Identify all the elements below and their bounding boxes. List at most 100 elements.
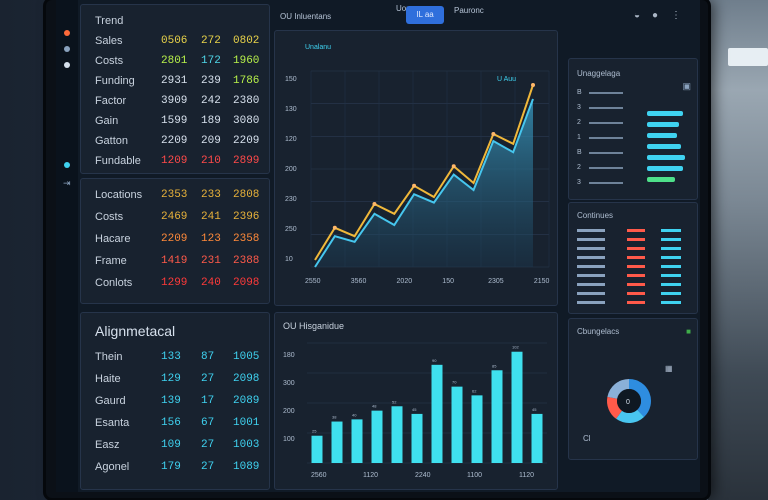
rail-active-dot-icon[interactable] — [64, 162, 70, 168]
row-label: Hacare — [95, 233, 131, 245]
grid-icon[interactable]: ▣ — [682, 81, 691, 92]
row-placeholder — [661, 247, 681, 250]
bar — [531, 413, 543, 463]
bar — [451, 386, 463, 463]
row-placeholder — [661, 256, 681, 259]
row-placeholder — [661, 265, 681, 268]
cell-value: 1089 — [233, 461, 260, 473]
cell-value: 2209 — [161, 233, 188, 245]
row-placeholder — [627, 292, 645, 295]
row-placeholder — [627, 265, 645, 268]
level-bar — [647, 111, 683, 116]
data-point — [451, 164, 456, 169]
row-placeholder — [577, 238, 605, 241]
panel-title: Continues — [577, 211, 614, 220]
info-icon[interactable]: ● — [652, 10, 658, 21]
cell-value: 27 — [201, 461, 215, 473]
row-placeholder — [627, 283, 645, 286]
cell-value: 123 — [201, 233, 221, 245]
cell-value: 27 — [201, 439, 215, 451]
table-row: Fundable 1209 210 2899 — [81, 155, 269, 175]
bar — [431, 364, 443, 463]
cell-value: 1001 — [233, 417, 260, 429]
bar — [391, 406, 403, 463]
tab-active[interactable]: IL aa — [406, 6, 444, 24]
rail-dot-icon[interactable] — [64, 46, 70, 52]
cell-value: 2801 — [161, 55, 188, 67]
cell-value: 272 — [201, 35, 221, 47]
panel-title: Cbungelacs — [577, 327, 620, 336]
table-row: Esanta 156 67 1001 — [81, 417, 269, 437]
row-label: Thein — [95, 351, 123, 363]
rail-dot-icon[interactable] — [64, 62, 70, 68]
donut-chart: 0 Cl ▦ — [583, 364, 673, 443]
cell-value: 209 — [201, 135, 221, 147]
row-label: Easz — [95, 439, 120, 451]
row-placeholder — [589, 137, 623, 139]
bar-data-label: 90 — [432, 358, 437, 363]
settings-icon[interactable]: ◒ — [634, 10, 640, 21]
panel-title: OU Inluentans — [280, 12, 332, 21]
top-nav-item[interactable]: Pauronc — [454, 6, 484, 15]
donut-panel: Cbungelacs ■ 0 Cl ▦ — [568, 318, 698, 460]
y-tick-label: 300 — [283, 380, 295, 387]
row-placeholder — [661, 292, 681, 295]
cell-value: 1299 — [161, 277, 188, 289]
row-label: Sales — [95, 35, 123, 47]
cell-value: 2353 — [161, 189, 188, 201]
bar-data-label: 102 — [512, 345, 519, 350]
cell-value: 2931 — [161, 75, 188, 87]
row-placeholder — [627, 274, 645, 277]
cell-value: 0802 — [233, 35, 260, 47]
line-chart-panel: 150 130 120 200 230 250 10 2550 3560 2020 150 2305 2… — [274, 30, 558, 306]
bar-chart-panel: OU Hisganidue 180 300 200 100 25 38 40 48 52 45 90… — [274, 312, 558, 490]
y-tick-label: 180 — [283, 352, 295, 359]
level-bar — [647, 133, 677, 138]
top-bar: OU Inluentans Uoroma Pauronc IL aa ◒ ● ⋮ — [276, 2, 696, 28]
row-label: 3 — [577, 104, 581, 111]
rail-dot-icon[interactable] — [64, 30, 70, 36]
cell-value: 2358 — [233, 233, 260, 245]
row-placeholder — [627, 247, 645, 250]
donut-caption: Cl — [583, 434, 591, 443]
row-placeholder — [577, 247, 605, 250]
row-placeholder — [589, 167, 623, 169]
background-wall — [708, 0, 768, 500]
grid-icon: ▦ — [665, 364, 673, 373]
cell-value: 239 — [201, 75, 221, 87]
bar-chart: 180 300 200 100 25 38 40 48 52 45 90 70 62 85 102 45 256… — [283, 342, 547, 479]
level-bar — [647, 155, 685, 160]
cell-value: 109 — [161, 439, 181, 451]
row-placeholder — [627, 229, 645, 232]
y-tick-label: 230 — [285, 196, 297, 203]
side-rail: ⇥ — [56, 0, 78, 492]
bar-data-label: 25 — [312, 429, 317, 434]
dashboard-screen: ⇥ OU Inluentans Uoroma Pauronc IL aa ◒ ●… — [56, 0, 700, 492]
row-placeholder — [577, 274, 605, 277]
cell-value: 1599 — [161, 115, 188, 127]
y-tick-label: 120 — [285, 136, 297, 143]
row-placeholder — [577, 256, 605, 259]
y-tick-label: 100 — [283, 436, 295, 443]
level-bar — [647, 144, 681, 149]
row-label: Conlots — [95, 277, 133, 289]
row-placeholder — [627, 301, 645, 304]
chart-legend: U Auu — [497, 76, 516, 83]
menu-icon[interactable]: ⋮ — [671, 10, 681, 21]
x-tick-label: 2020 — [397, 278, 413, 285]
cell-value: 210 — [201, 155, 221, 167]
row-placeholder — [589, 92, 623, 94]
row-label: B — [577, 149, 582, 156]
y-tick-label: 130 — [285, 106, 297, 113]
row-placeholder — [627, 256, 645, 259]
cell-value: 189 — [201, 115, 221, 127]
chart-subtitle: Unalanu — [305, 44, 331, 51]
level-bar — [647, 166, 683, 171]
rail-arrow-icon[interactable]: ⇥ — [63, 178, 71, 189]
bar-data-label: 62 — [472, 388, 477, 393]
row-label: Costs — [95, 55, 124, 67]
y-tick-label: 10 — [285, 256, 293, 263]
cell-value: 3080 — [233, 115, 260, 127]
x-tick-label: 2240 — [415, 472, 431, 479]
x-tick-label: 2150 — [534, 278, 550, 285]
